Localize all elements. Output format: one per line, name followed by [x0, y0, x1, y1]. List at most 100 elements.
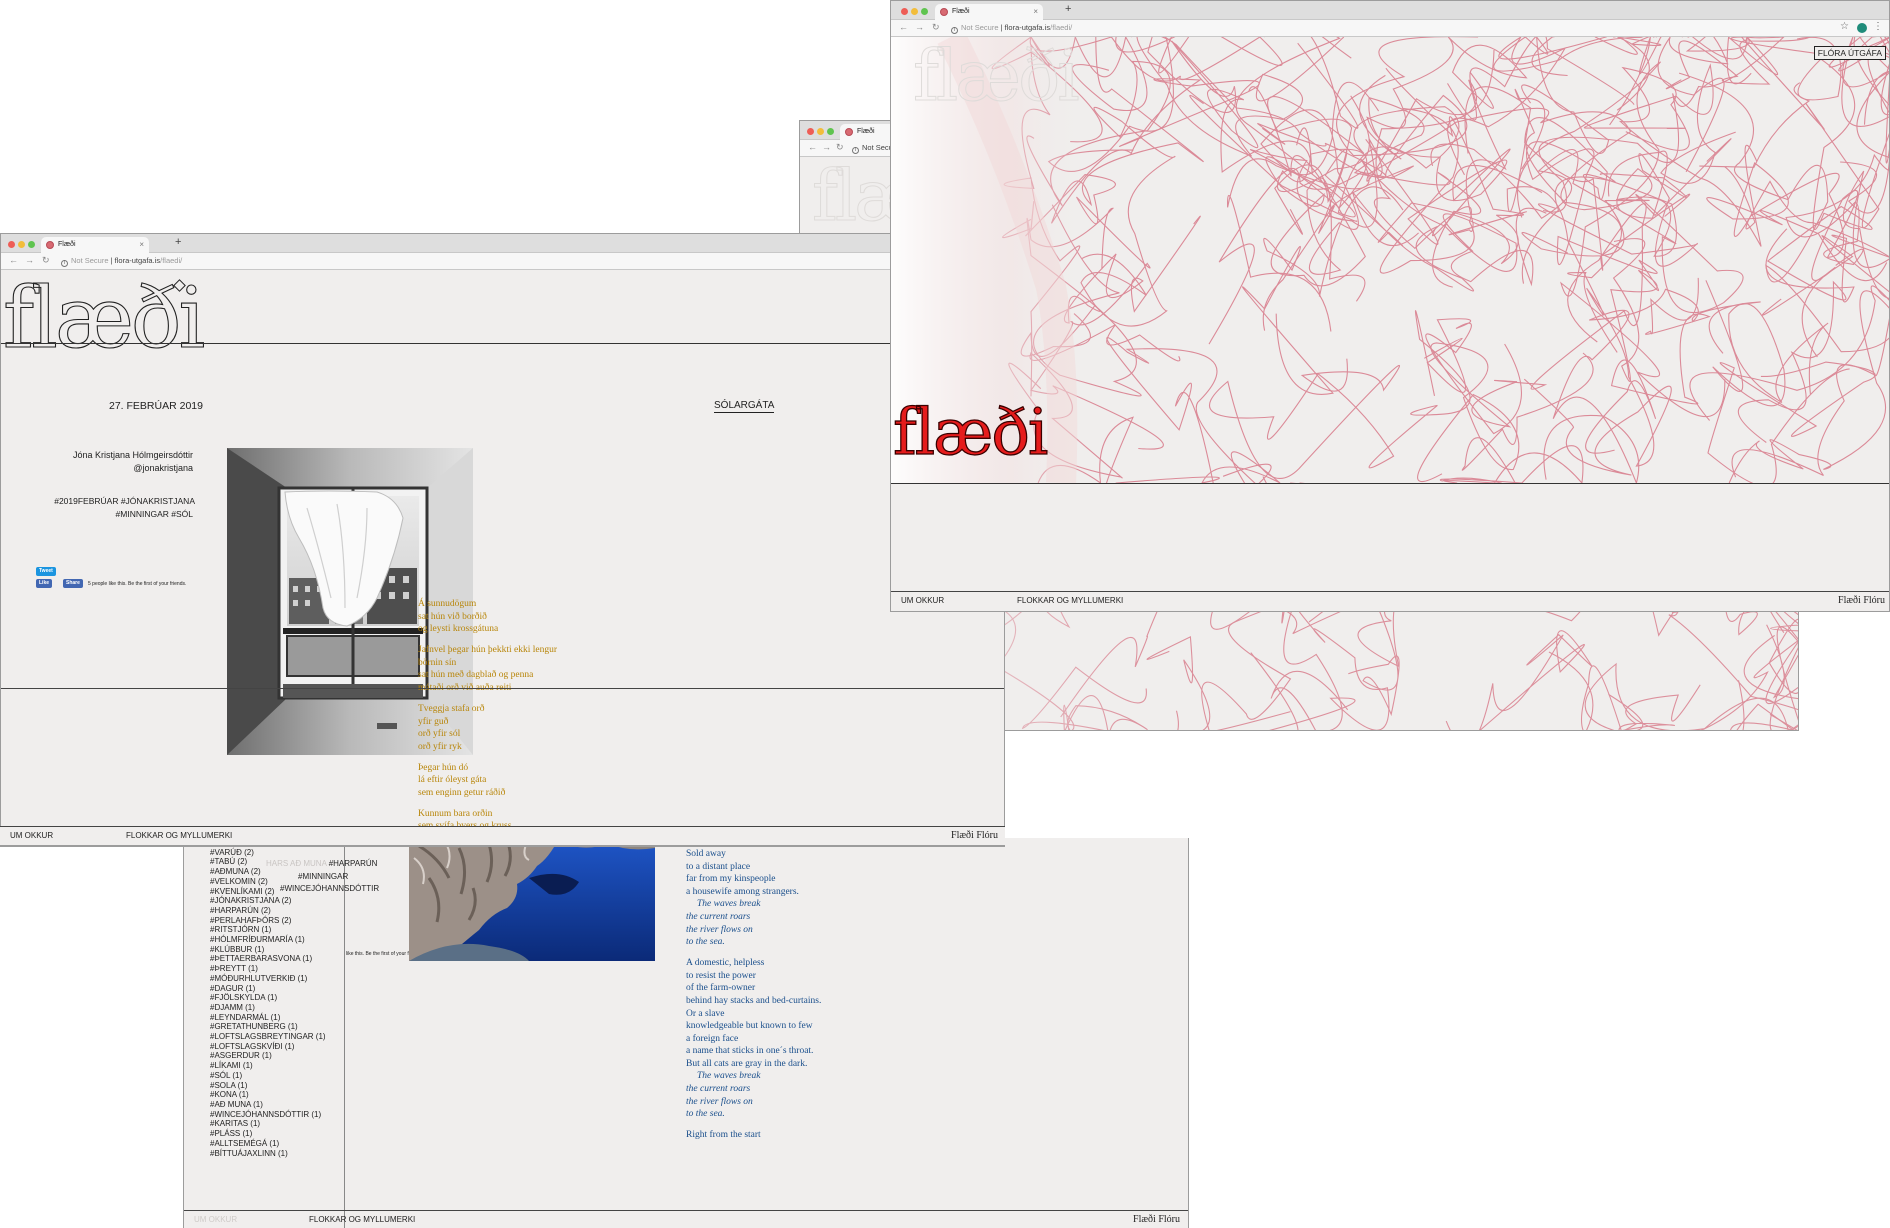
tag-link[interactable]: #KLÚBBUR (1) — [210, 945, 326, 955]
ghost-tags-1: HARS AÐ MUNA #HARPARÚN — [266, 859, 378, 868]
footer-right-label[interactable]: Flæði Flóru — [1133, 1214, 1180, 1225]
tag-link[interactable]: #PERLAHAFÞÓRS (2) — [210, 916, 326, 926]
back-arrow-icon[interactable]: ← — [899, 22, 908, 32]
tag-link[interactable]: #PLÁSS (1) — [210, 1129, 326, 1139]
star-icon[interactable]: ☆ — [1840, 21, 1849, 32]
reload-icon[interactable]: ↻ — [836, 142, 844, 153]
footer-about-link[interactable]: UM OKKUR — [901, 596, 944, 605]
browser-tab[interactable]: Flæði × — [935, 4, 1043, 20]
minimize-window-icon[interactable] — [817, 128, 824, 135]
poem-line: Á sunnudögum — [418, 599, 477, 609]
menu-dots-icon[interactable]: ⋮ — [1873, 21, 1883, 32]
footer-categories-link[interactable]: FLOKKAR OG MYLLUMERKI — [126, 831, 232, 840]
poem-line: of the farm-owner — [686, 983, 756, 994]
share-button[interactable]: Share — [63, 579, 83, 588]
tab-title: Flæði — [58, 241, 76, 248]
tag-link[interactable]: #BÍTTUÁJAXLINN (1) — [210, 1149, 326, 1159]
tags-sidebar: #HÖMLUR (2)#VARÚÐ (2)#TABÚ (2)#AÐMUNA (2… — [184, 838, 345, 1228]
tag-link[interactable]: #ÞREYTT (1) — [210, 964, 326, 974]
poem-line: behind hay stacks and bed-curtains. — [686, 995, 822, 1006]
poem-line: to resist the power — [686, 970, 756, 981]
poem-line: to the sea. — [686, 1109, 725, 1120]
tag-link[interactable]: #WINCEJÓHANNSDÓTTIR (1) — [210, 1110, 326, 1120]
footer-about-link[interactable]: UM OKKUR — [10, 831, 53, 840]
info-icon: i — [951, 27, 958, 34]
close-window-icon[interactable] — [901, 8, 908, 15]
reload-icon[interactable]: ↻ — [932, 22, 940, 33]
tag-link[interactable]: #GRETATHUNBERG (1) — [210, 1022, 326, 1032]
back-arrow-icon[interactable]: ← — [808, 142, 817, 152]
poem-line: The waves break — [697, 899, 761, 910]
poem-stanza: A domestic, helpless to resist the power o… — [686, 957, 906, 1121]
close-window-icon[interactable] — [807, 128, 814, 135]
poem-line: the river flows on — [686, 1096, 753, 1107]
close-window-icon[interactable] — [8, 241, 15, 248]
tag-link[interactable]: #LOFTSLAGSBREYTINGAR (1) — [210, 1032, 326, 1042]
footer-about-link-ghost[interactable]: UM OKKUR — [194, 1215, 237, 1224]
tag-link[interactable]: #KARITAS (1) — [210, 1119, 326, 1129]
tag-link[interactable]: #RITSTJÓRN (1) — [210, 925, 326, 935]
footer-categories-link[interactable]: FLOKKAR OG MYLLUMERKI — [1017, 596, 1123, 605]
tag-link[interactable]: #VARÚÐ (2) — [210, 848, 326, 858]
tag-link[interactable]: #LÍKAMI (1) — [210, 1061, 326, 1071]
close-tab-icon[interactable]: × — [139, 237, 144, 253]
brand-button[interactable]: FLÓRA ÚTGÁFA — [1813, 46, 1886, 60]
post-handle[interactable]: @jonakristjana — [33, 463, 193, 473]
tag-link[interactable]: #SÓL (1) — [210, 1071, 326, 1081]
poem-line: börnin sín — [418, 657, 457, 668]
post-title[interactable]: SÓLARGÁTA — [714, 400, 775, 413]
browser-tab[interactable]: Flæði × — [41, 237, 149, 253]
new-tab-button[interactable]: + — [1065, 3, 1071, 15]
info-icon: i — [61, 260, 68, 267]
forward-arrow-icon[interactable]: → — [822, 142, 831, 152]
profile-icon[interactable] — [1857, 23, 1867, 33]
favicon-icon — [845, 128, 853, 136]
post-author[interactable]: Jóna Kristjana Hólmgeirsdóttir — [33, 450, 193, 460]
tag-link[interactable]: #ÞETTAERBARASVONA (1) — [210, 954, 326, 964]
reload-icon[interactable]: ↻ — [42, 255, 50, 266]
tag-link[interactable]: #AÐ MUNA (1) — [210, 1100, 326, 1110]
forward-arrow-icon[interactable]: → — [25, 255, 34, 265]
new-tab-button[interactable]: + — [175, 236, 181, 248]
tag-link[interactable]: #HÓLMFRÍÐURMARÍA (1) — [210, 935, 326, 945]
tag-link[interactable]: #KONA (1) — [210, 1090, 326, 1100]
forward-arrow-icon[interactable]: → — [915, 22, 924, 32]
footer-right-label[interactable]: Flæði Flóru — [1838, 595, 1885, 606]
url-field[interactable]: i Not Secure | flora-utgafa.is/flaedi/ — [61, 256, 182, 267]
maximize-window-icon[interactable] — [827, 128, 834, 135]
maximize-window-icon[interactable] — [921, 8, 928, 15]
tag-link[interactable]: #JÓNAKRISTJANA (2) — [210, 896, 326, 906]
tag-link[interactable]: #DAGUR (1) — [210, 984, 326, 994]
post-tags-2[interactable]: #MINNINGAR #SÓL — [33, 509, 193, 519]
site-logo-red[interactable]: flæði — [892, 400, 1049, 465]
url-field[interactable]: i Not Secure | flora-utgafa.is/flaedi/ — [951, 23, 1072, 34]
like-button[interactable]: Like — [36, 579, 53, 588]
poem-line: knowledgeable but known to few — [686, 1021, 813, 1032]
ghost-tags-3: #WINCEJÓHANNSDÓTTIR — [280, 884, 380, 893]
minimize-window-icon[interactable] — [18, 241, 25, 248]
footer-categories-link[interactable]: FLOKKAR OG MYLLUMERKI — [309, 1215, 415, 1224]
tag-link[interactable]: #MÓÐURHLUTVERKIÐ (1) — [210, 974, 326, 984]
poem-line: But all cats are gray in the dark. — [686, 1058, 808, 1069]
tag-link[interactable]: #LOFTSLAGSKVÍÐI (1) — [210, 1042, 326, 1052]
tag-link[interactable]: #HARPARÚN (2) — [210, 906, 326, 916]
tag-link[interactable]: #LEYNDARMÁL (1) — [210, 1013, 326, 1023]
tag-link[interactable]: #SOLA (1) — [210, 1081, 326, 1091]
tag-link[interactable]: #FJÖLSKYLDA (1) — [210, 993, 326, 1003]
tweet-button[interactable]: Tweet — [36, 567, 56, 576]
post-tags-1[interactable]: #2019FEBRÚAR #JÓNAKRISTJANA — [33, 496, 195, 506]
back-arrow-icon[interactable]: ← — [9, 255, 18, 265]
poem-line: orð yfir ryk — [418, 741, 462, 752]
tag-link[interactable]: #DJAMM (1) — [210, 1003, 326, 1013]
close-tab-icon[interactable]: × — [1033, 4, 1038, 20]
minimize-window-icon[interactable] — [911, 8, 918, 15]
maximize-window-icon[interactable] — [28, 241, 35, 248]
tag-link[interactable]: #ALLTSEMÉGÁ (1) — [210, 1139, 326, 1149]
footer-right-label[interactable]: Flæði Flóru — [951, 830, 998, 841]
site-logo[interactable]: flæði — [2, 275, 205, 360]
poem-line: to the sea. — [686, 937, 725, 948]
poem-line: Jafnvel þegar hún þekkti ekki lengur — [418, 645, 558, 656]
tag-link[interactable]: #ASGERDUR (1) — [210, 1051, 326, 1061]
favicon-icon — [46, 241, 54, 249]
poem-line: sat hún með dagblað og penna — [418, 670, 534, 681]
